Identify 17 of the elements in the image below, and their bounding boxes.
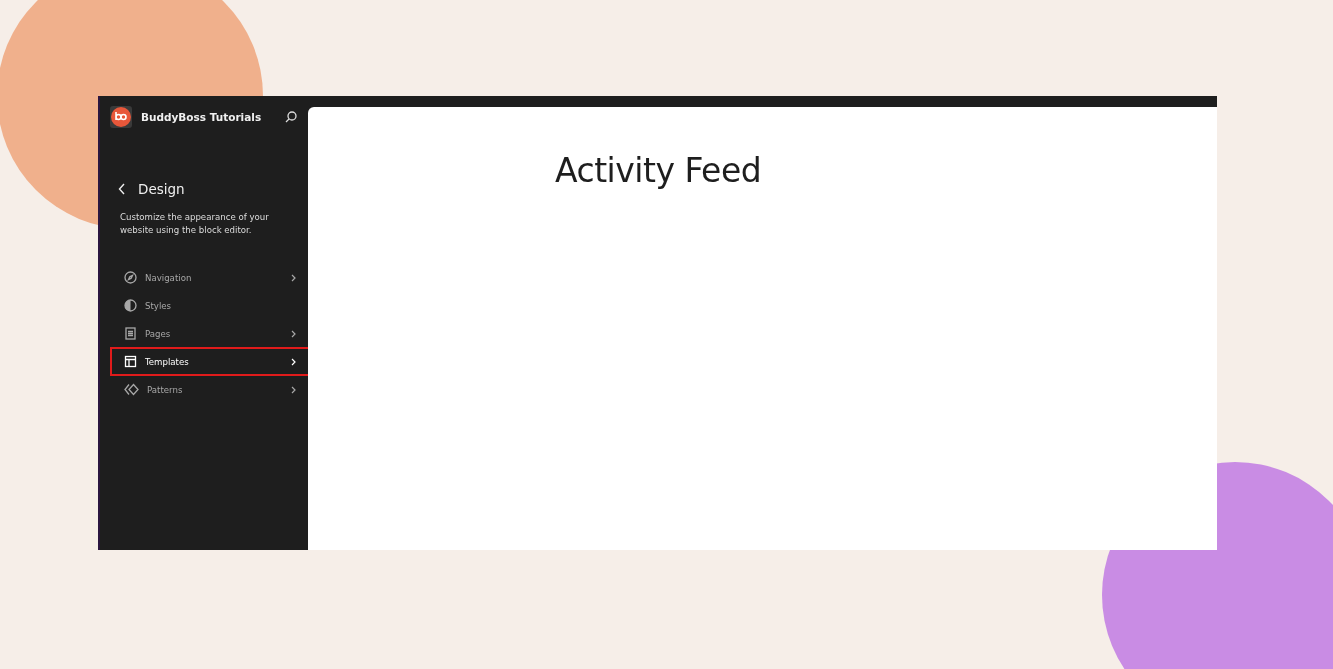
site-title: BuddyBoss Tutorials xyxy=(141,111,263,123)
diamonds-icon xyxy=(124,383,139,396)
panel-title: Design xyxy=(138,181,185,197)
compass-icon xyxy=(124,271,137,284)
menu-item[interactable]: Templates xyxy=(110,347,310,376)
half-circle-icon xyxy=(124,299,137,312)
menu-item[interactable]: Patterns xyxy=(110,375,310,404)
page-heading: Activity Feed xyxy=(555,151,762,191)
menu-item[interactable]: Styles xyxy=(110,291,310,320)
panel-description: Customize the appearance of your website using the block editor. xyxy=(120,211,270,237)
page-icon xyxy=(124,327,137,340)
layout-icon xyxy=(124,355,137,368)
menu-item[interactable]: Pages xyxy=(110,319,310,348)
logo-icon xyxy=(110,106,132,128)
back-icon[interactable] xyxy=(118,183,126,195)
search-icon[interactable] xyxy=(284,110,298,124)
menu-item[interactable]: Navigation xyxy=(110,263,310,292)
